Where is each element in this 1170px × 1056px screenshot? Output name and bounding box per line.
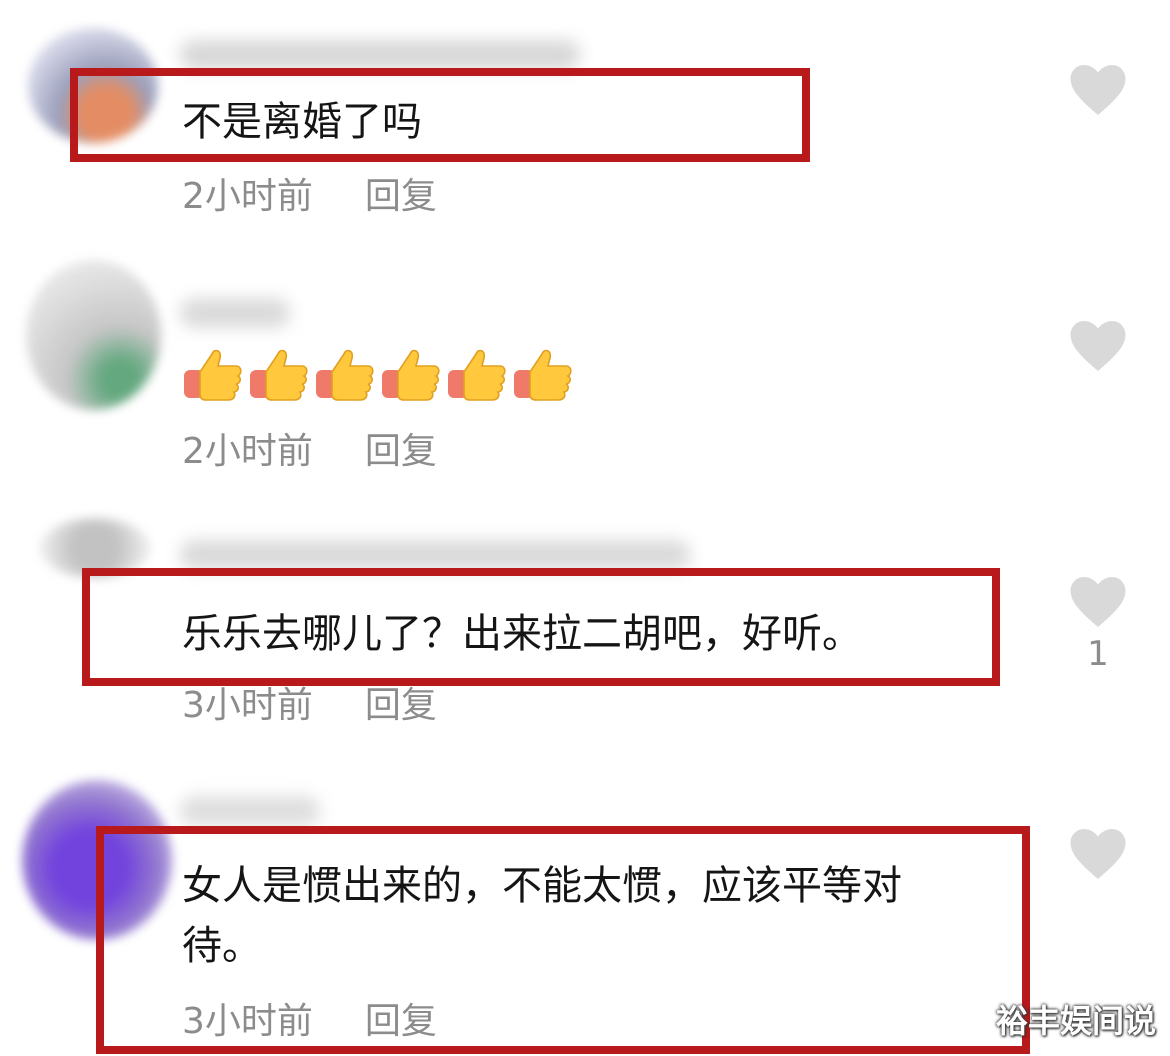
- thumbs-up-icon: [448, 349, 506, 401]
- comment-time: 3小时前: [182, 685, 313, 726]
- comment-text-line-1: 女人是惯出来的，不能太惯，应该平等对: [182, 863, 902, 909]
- comment-meta: 2小时前 回复: [182, 177, 437, 217]
- heart-icon[interactable]: [1068, 318, 1128, 374]
- reply-button[interactable]: 回复: [365, 432, 437, 472]
- emoji-reactions: [182, 346, 574, 402]
- comment-item: 2小时前 回复: [0, 240, 1170, 490]
- username-blurred[interactable]: [180, 540, 690, 570]
- like-count: 1: [1087, 634, 1109, 674]
- username-blurred[interactable]: [180, 298, 290, 328]
- thumbs-up-icon: [514, 349, 572, 401]
- reply-button[interactable]: 回复: [365, 177, 437, 217]
- avatar[interactable]: [28, 28, 158, 143]
- comment-item: 不是离婚了吗 2小时前 回复: [0, 0, 1170, 230]
- thumbs-up-icon: [250, 349, 308, 401]
- comment-text: 乐乐去哪儿了？出来拉二胡吧，好听。: [182, 611, 862, 657]
- avatar[interactable]: [40, 518, 150, 578]
- heart-icon[interactable]: [1068, 826, 1128, 882]
- thumbs-up-icon: [316, 349, 374, 401]
- avatar[interactable]: [22, 780, 172, 940]
- comment-text: 不是离婚了吗: [182, 99, 422, 145]
- comment-text-line-2: 待。: [182, 923, 262, 969]
- comment-meta: 3小时前 回复: [182, 686, 437, 726]
- comment-time: 3小时前: [182, 1001, 313, 1042]
- heart-icon[interactable]: [1068, 574, 1128, 630]
- heart-icon[interactable]: [1068, 62, 1128, 118]
- highlight-box: [70, 68, 810, 162]
- comment-time: 2小时前: [182, 176, 313, 217]
- watermark: 裕丰娱间说: [995, 1002, 1156, 1040]
- reply-button[interactable]: 回复: [365, 1002, 437, 1042]
- comment-meta: 2小时前 回复: [182, 432, 437, 472]
- comment-meta: 3小时前 回复: [182, 1002, 437, 1042]
- comment-item: 女人是惯出来的，不能太惯，应该平等对 待。 3小时前 回复: [0, 760, 1170, 1056]
- username-blurred[interactable]: [180, 40, 580, 70]
- thumbs-up-icon: [184, 349, 242, 401]
- avatar[interactable]: [26, 260, 161, 410]
- username-blurred[interactable]: [180, 796, 320, 826]
- thumbs-up-icon: [382, 349, 440, 401]
- comment-time: 2小时前: [182, 431, 313, 472]
- reply-button[interactable]: 回复: [365, 686, 437, 726]
- comment-item: 乐乐去哪儿了？出来拉二胡吧，好听。 3小时前 回复 1: [0, 500, 1170, 750]
